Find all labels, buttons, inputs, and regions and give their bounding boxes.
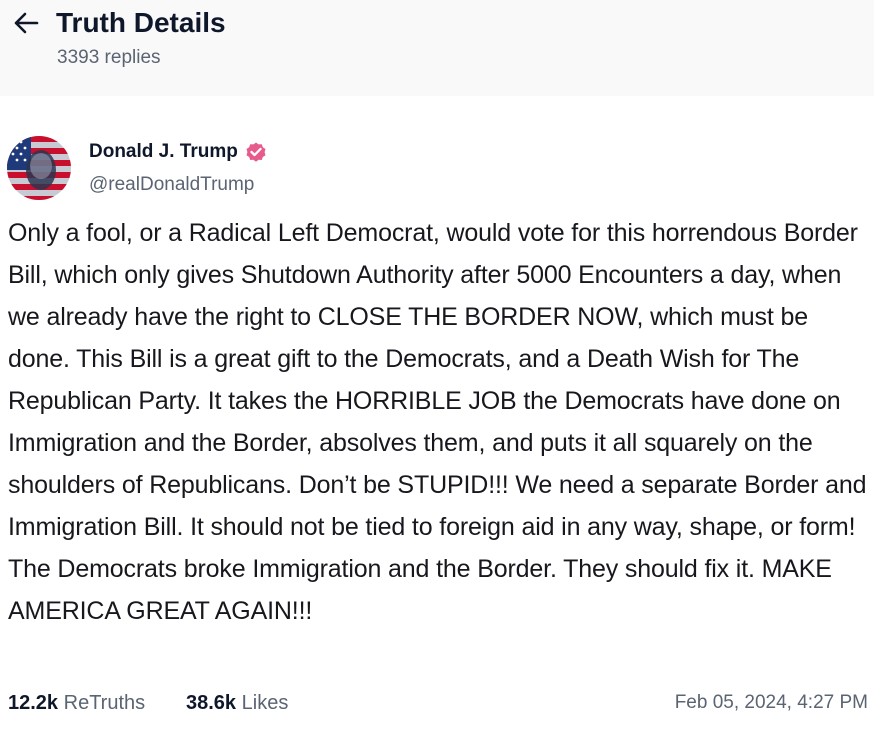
retruths-stat[interactable]: 12.2k ReTruths [8,688,145,718]
avatar-image [7,136,71,200]
post-text: Only a fool, or a Radical Left Democrat,… [8,219,867,625]
arrow-left-icon [14,12,39,34]
verified-badge-icon [246,142,266,162]
retruths-label: ReTruths [63,692,146,714]
author-name-row[interactable]: Donald J. Trump [89,140,268,164]
retruths-count: 12.2k [8,692,59,714]
author-handle[interactable]: @realDonaldTrump [89,173,254,197]
post-timestamp: Feb 05, 2024, 4:27 PM [674,692,868,713]
page-header: Truth Details 3393 replies [0,0,874,96]
avatar[interactable] [7,136,71,200]
likes-label: Likes [241,692,289,714]
author-name: Donald J. Trump [89,141,238,162]
page-title: Truth Details [56,7,226,38]
likes-stat[interactable]: 38.6k Likes [186,688,288,718]
likes-count: 38.6k [186,692,237,714]
reply-count: 3393 replies [57,47,161,68]
back-button[interactable] [10,8,42,38]
